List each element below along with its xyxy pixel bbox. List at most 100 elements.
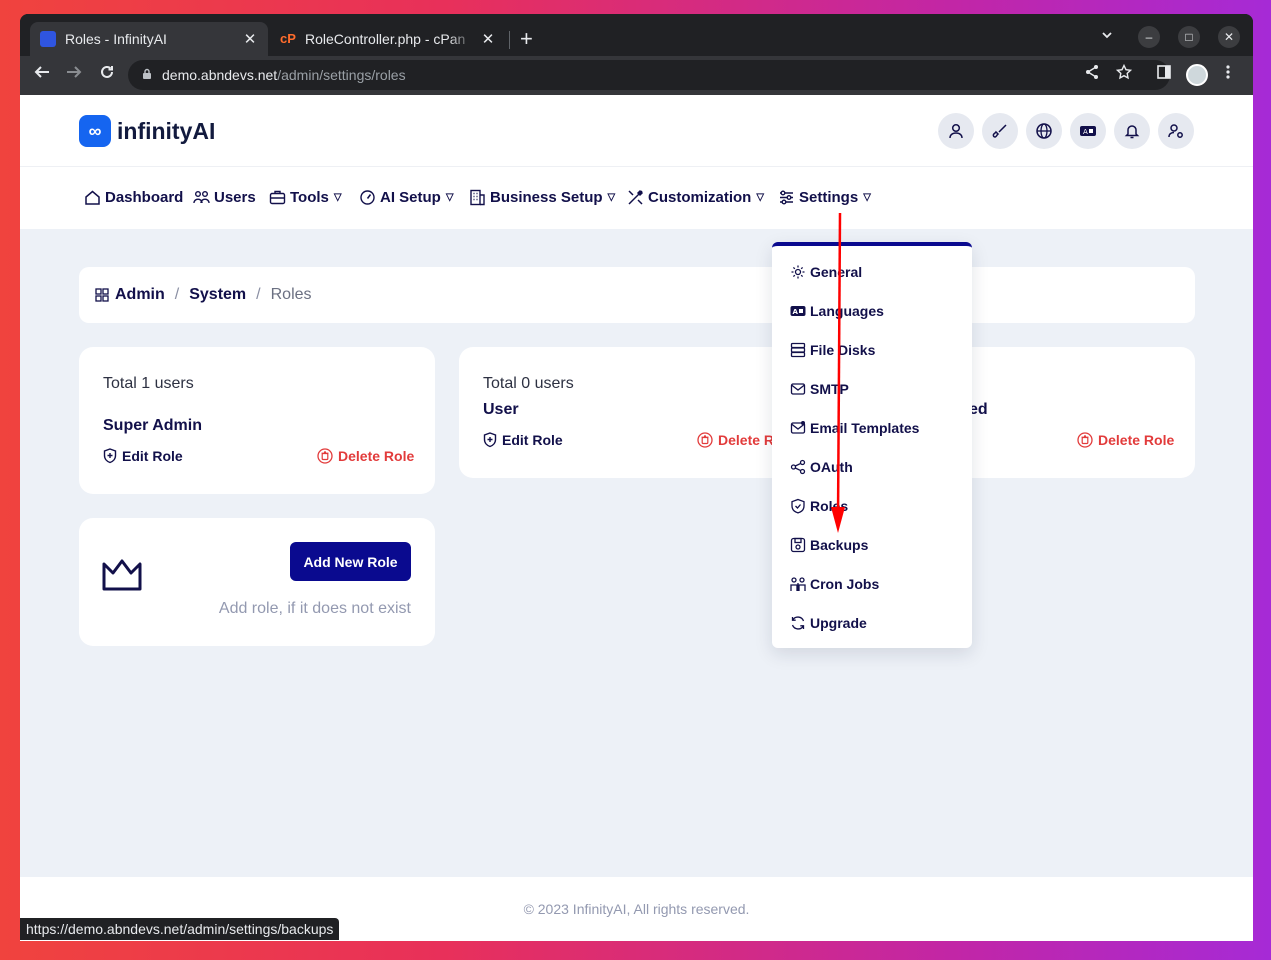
annotation-arrow [831, 212, 845, 533]
crown-icon [102, 559, 142, 591]
trash-icon [1077, 432, 1093, 448]
chevron-down-icon: ▽ [333, 192, 342, 203]
app-page: ∞ infinityAI A Dashboard Users Tools ▽ A… [20, 95, 1253, 941]
reload-button[interactable] [98, 63, 116, 87]
nav-settings[interactable]: Settings ▽ [778, 189, 871, 206]
nav-label: Dashboard [105, 189, 184, 206]
role-card-super-admin: Total 1 users Super Admin Edit Role Dele… [79, 347, 435, 494]
settings-dropdown-menu: General A Languages File Disks SMTP Emai… [772, 242, 972, 648]
save-icon [790, 537, 806, 553]
cpanel-favicon-icon: cP [280, 31, 296, 46]
add-role-hint: Add role, if it does not exist [218, 600, 411, 617]
nav-ai-setup[interactable]: AI Setup ▽ [359, 189, 454, 206]
language-icon[interactable]: A [1070, 113, 1106, 149]
forward-button[interactable] [65, 63, 83, 87]
tools-icon [628, 189, 644, 205]
delete-role-button[interactable]: Delete Role [317, 448, 414, 464]
language-icon: A [790, 306, 806, 316]
nav-label: Settings [799, 189, 859, 206]
nav-label: Tools [290, 189, 329, 206]
shield-plus-icon [483, 432, 497, 448]
menu-item-email-templates[interactable]: Email Templates [790, 420, 919, 436]
tab-rolecontroller[interactable]: cP RoleController.php - cPan ✕ [270, 22, 506, 56]
breadcrumb-admin[interactable]: Admin [115, 286, 165, 304]
delete-role-label: Delete Role [338, 448, 415, 464]
edit-role-button[interactable]: Edit Role [103, 448, 183, 464]
share-icon [790, 459, 806, 475]
user-settings-icon[interactable] [1158, 113, 1194, 149]
chevron-down-icon: ▽ [756, 192, 765, 203]
nav-business-setup[interactable]: Business Setup ▽ [469, 189, 615, 206]
add-new-role-button[interactable]: Add New Role [290, 542, 411, 581]
users-icon [193, 191, 210, 204]
bookmark-star-icon[interactable] [1115, 63, 1133, 85]
close-window-button[interactable]: ✕ [1218, 26, 1240, 48]
edit-role-label: Edit Role [502, 432, 563, 448]
close-tab-icon[interactable]: ✕ [480, 30, 496, 48]
sliders-icon [780, 190, 793, 205]
role-name: Super Admin [103, 417, 202, 434]
user-icon[interactable] [938, 113, 974, 149]
status-bar-url: https://demo.abndevs.net/admin/settings/… [20, 918, 340, 940]
delete-role-button[interactable]: Delete Role [1077, 432, 1174, 448]
nav-label: Business Setup [490, 189, 603, 206]
url-host: demo.abndevs.net [162, 67, 278, 83]
nav-dashboard[interactable]: Dashboard [84, 189, 183, 206]
globe-icon[interactable] [1026, 113, 1062, 149]
tab-search-icon[interactable] [1100, 28, 1114, 45]
browser-menu-icon[interactable] [1225, 64, 1231, 85]
menu-item-cron-jobs[interactable]: Cron Jobs [790, 576, 879, 592]
nav-customization[interactable]: Customization ▽ [627, 189, 764, 206]
shield-plus-icon [103, 448, 117, 464]
tab-title: Roles - InfinityAI [65, 31, 167, 47]
add-role-card: Add New Role Add role, if it does not ex… [79, 518, 435, 646]
share-icon[interactable] [1084, 64, 1100, 85]
back-button[interactable] [33, 63, 51, 87]
logo[interactable]: ∞ infinityAI [79, 115, 215, 147]
svg-text:A: A [1083, 128, 1088, 136]
maximize-button[interactable]: □ [1178, 26, 1200, 48]
bell-icon[interactable] [1114, 113, 1150, 149]
menu-item-label: Cron Jobs [810, 576, 880, 592]
logo-text: infinityAI [117, 117, 216, 144]
address-bar[interactable]: demo.abndevs.net/admin/settings/roles [128, 60, 1170, 90]
edit-role-button[interactable]: Edit Role [483, 432, 563, 448]
briefcase-icon [269, 190, 286, 205]
refresh-icon [791, 616, 805, 630]
apps-icon [95, 288, 109, 302]
chevron-down-icon: ▽ [607, 192, 616, 203]
app-favicon-icon [40, 31, 56, 47]
footer-copyright: © 2023 InfinityAI, All rights reserved. [523, 901, 750, 917]
minimize-button[interactable]: – [1138, 26, 1160, 48]
gear-icon [791, 265, 805, 279]
browser-toolbar: demo.abndevs.net/admin/settings/roles [20, 56, 1253, 95]
menu-item-label: Upgrade [810, 615, 867, 631]
building-icon [470, 189, 485, 206]
brush-icon[interactable] [982, 113, 1018, 149]
profile-avatar[interactable] [1186, 64, 1208, 86]
nav-tools[interactable]: Tools ▽ [269, 189, 342, 206]
url-path: /admin/settings/roles [277, 67, 406, 83]
tab-roles[interactable]: Roles - InfinityAI ✕ [30, 22, 268, 56]
chevron-down-icon: ▽ [863, 192, 871, 203]
breadcrumb: Admin / System / Roles [79, 267, 1195, 323]
close-tab-icon[interactable]: ✕ [242, 30, 258, 48]
trash-icon [697, 432, 713, 448]
role-name: User [483, 401, 519, 418]
svg-text:A: A [793, 308, 799, 316]
new-tab-button[interactable]: + [520, 27, 533, 51]
role-user-count: Total 0 users [483, 375, 574, 392]
menu-item-upgrade[interactable]: Upgrade [790, 615, 867, 631]
role-user-count: Total 1 users [103, 375, 194, 392]
side-panel-icon[interactable] [1156, 64, 1172, 85]
app-header: ∞ infinityAI A [20, 95, 1253, 167]
delete-role-label: Delete Role [1098, 432, 1175, 448]
home-icon [85, 190, 100, 205]
logo-mark-icon: ∞ [79, 115, 111, 147]
nav-label: Customization [648, 189, 752, 206]
shield-icon [791, 498, 805, 514]
breadcrumb-system[interactable]: System [189, 286, 246, 304]
people-icon [790, 577, 806, 591]
edit-role-label: Edit Role [122, 448, 183, 464]
nav-users[interactable]: Users [193, 189, 256, 206]
